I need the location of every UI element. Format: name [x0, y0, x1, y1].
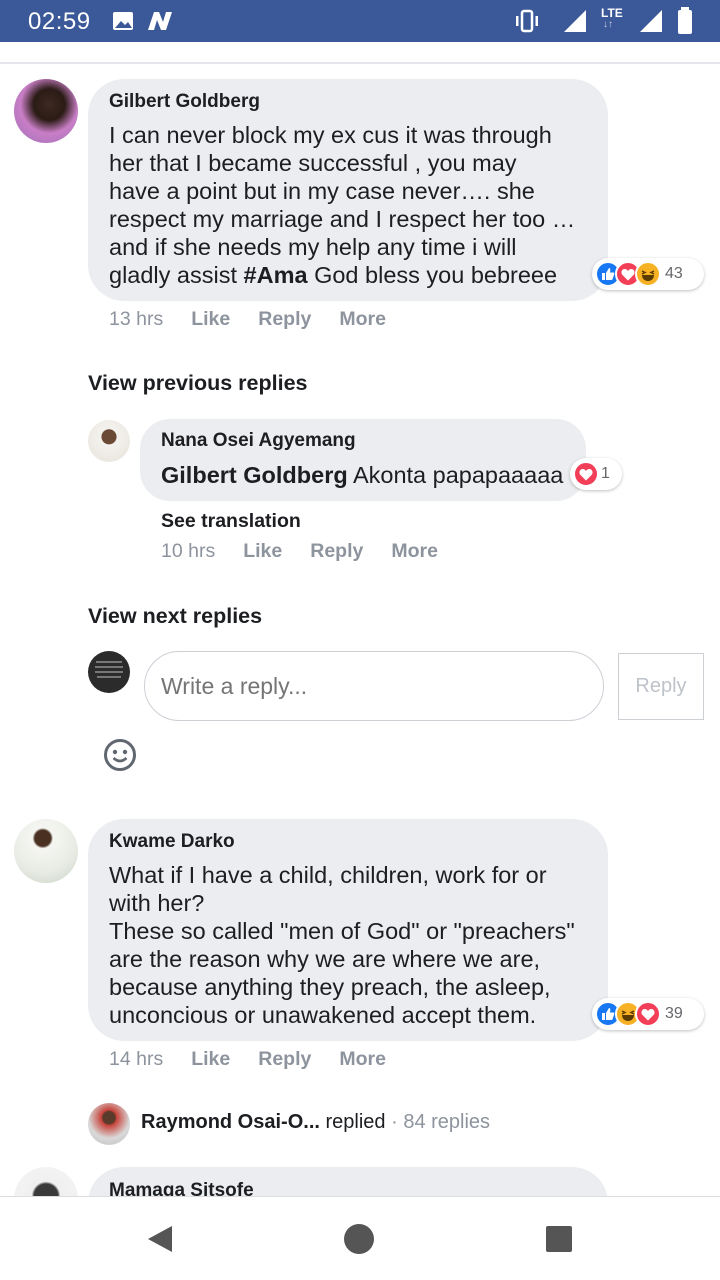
signal-icon-2 — [640, 10, 662, 32]
reaction-count: 1 — [601, 465, 610, 482]
reaction-count: 39 — [665, 1005, 683, 1022]
divider — [0, 62, 720, 64]
comment-text-tail: God bless you bebreee — [307, 262, 558, 288]
network-type: LTE — [601, 6, 623, 20]
gallery-icon — [113, 12, 133, 30]
see-translation-link[interactable]: See translation — [161, 510, 301, 533]
reply-button[interactable]: Reply — [310, 540, 363, 562]
reply-input[interactable] — [144, 651, 604, 721]
replies-count: · 84 replies — [385, 1111, 491, 1133]
comment-text: What if I have a child, children, work f… — [109, 862, 575, 1028]
comment-time: 13 hrs — [109, 308, 164, 330]
avatar[interactable] — [14, 79, 78, 143]
vibrate-icon — [516, 9, 538, 33]
comment-time: 14 hrs — [109, 1048, 164, 1070]
reaction-summary[interactable]: 43 — [592, 258, 704, 290]
reply-text-body: Akonta papapaaaaa — [347, 462, 564, 488]
clock: 02:59 — [28, 8, 91, 35]
avatar — [88, 651, 130, 693]
more-button[interactable]: More — [391, 540, 438, 562]
reply-text: Gilbert Goldberg Akonta papapaaaaa — [161, 461, 581, 489]
replier-name: Raymond Osai-O... — [141, 1111, 320, 1133]
comment-actions: 13 hrs Like Reply More — [109, 308, 414, 331]
reaction-summary[interactable]: 1 — [570, 458, 622, 490]
view-previous-replies[interactable]: View previous replies — [88, 371, 307, 396]
avatar[interactable] — [14, 819, 78, 883]
like-button[interactable]: Like — [191, 308, 230, 330]
like-button[interactable]: Like — [243, 540, 282, 562]
mention-link[interactable]: Gilbert Goldberg — [161, 462, 348, 488]
replies-summary[interactable]: Raymond Osai-O... replied · 84 replies — [141, 1111, 490, 1134]
hashtag-link[interactable]: #Ama — [244, 262, 308, 288]
reply-author[interactable]: Nana Osei Agyemang — [161, 430, 356, 452]
navigation-bar — [0, 1196, 720, 1280]
emoji-icon[interactable] — [103, 738, 137, 772]
more-button[interactable]: More — [339, 308, 386, 330]
reply-button[interactable]: Reply — [258, 1048, 311, 1070]
battery-icon — [678, 7, 692, 34]
app-n-icon — [148, 12, 172, 30]
comment-text: I can never block my ex cus it was throu… — [109, 121, 599, 289]
home-icon[interactable] — [343, 1223, 375, 1255]
avatar[interactable] — [88, 420, 130, 462]
reply-actions: 10 hrs Like Reply More — [161, 540, 466, 563]
reaction-count: 43 — [665, 265, 683, 282]
comment-actions: 14 hrs Like Reply More — [109, 1048, 414, 1071]
replied-label: replied — [319, 1111, 386, 1133]
reply-submit-button[interactable]: Reply — [618, 653, 704, 720]
avatar[interactable] — [88, 1103, 130, 1145]
reply-time: 10 hrs — [161, 540, 216, 562]
comment-author[interactable]: Gilbert Goldberg — [109, 91, 260, 113]
recents-icon[interactable] — [545, 1225, 573, 1253]
back-icon[interactable] — [146, 1224, 174, 1254]
data-arrows-icon: ↓↑ — [603, 19, 613, 30]
love-reaction-icon — [635, 1001, 661, 1027]
more-button[interactable]: More — [339, 1048, 386, 1070]
status-bar: 02:59 LTE ↓↑ — [0, 0, 720, 42]
reply-button[interactable]: Reply — [258, 308, 311, 330]
like-button[interactable]: Like — [191, 1048, 230, 1070]
signal-icon — [564, 10, 586, 32]
reaction-summary[interactable]: 39 — [592, 998, 704, 1030]
haha-reaction-icon — [635, 261, 661, 287]
view-next-replies[interactable]: View next replies — [88, 604, 262, 629]
love-reaction-icon — [573, 461, 599, 487]
comment-author[interactable]: Kwame Darko — [109, 831, 235, 853]
